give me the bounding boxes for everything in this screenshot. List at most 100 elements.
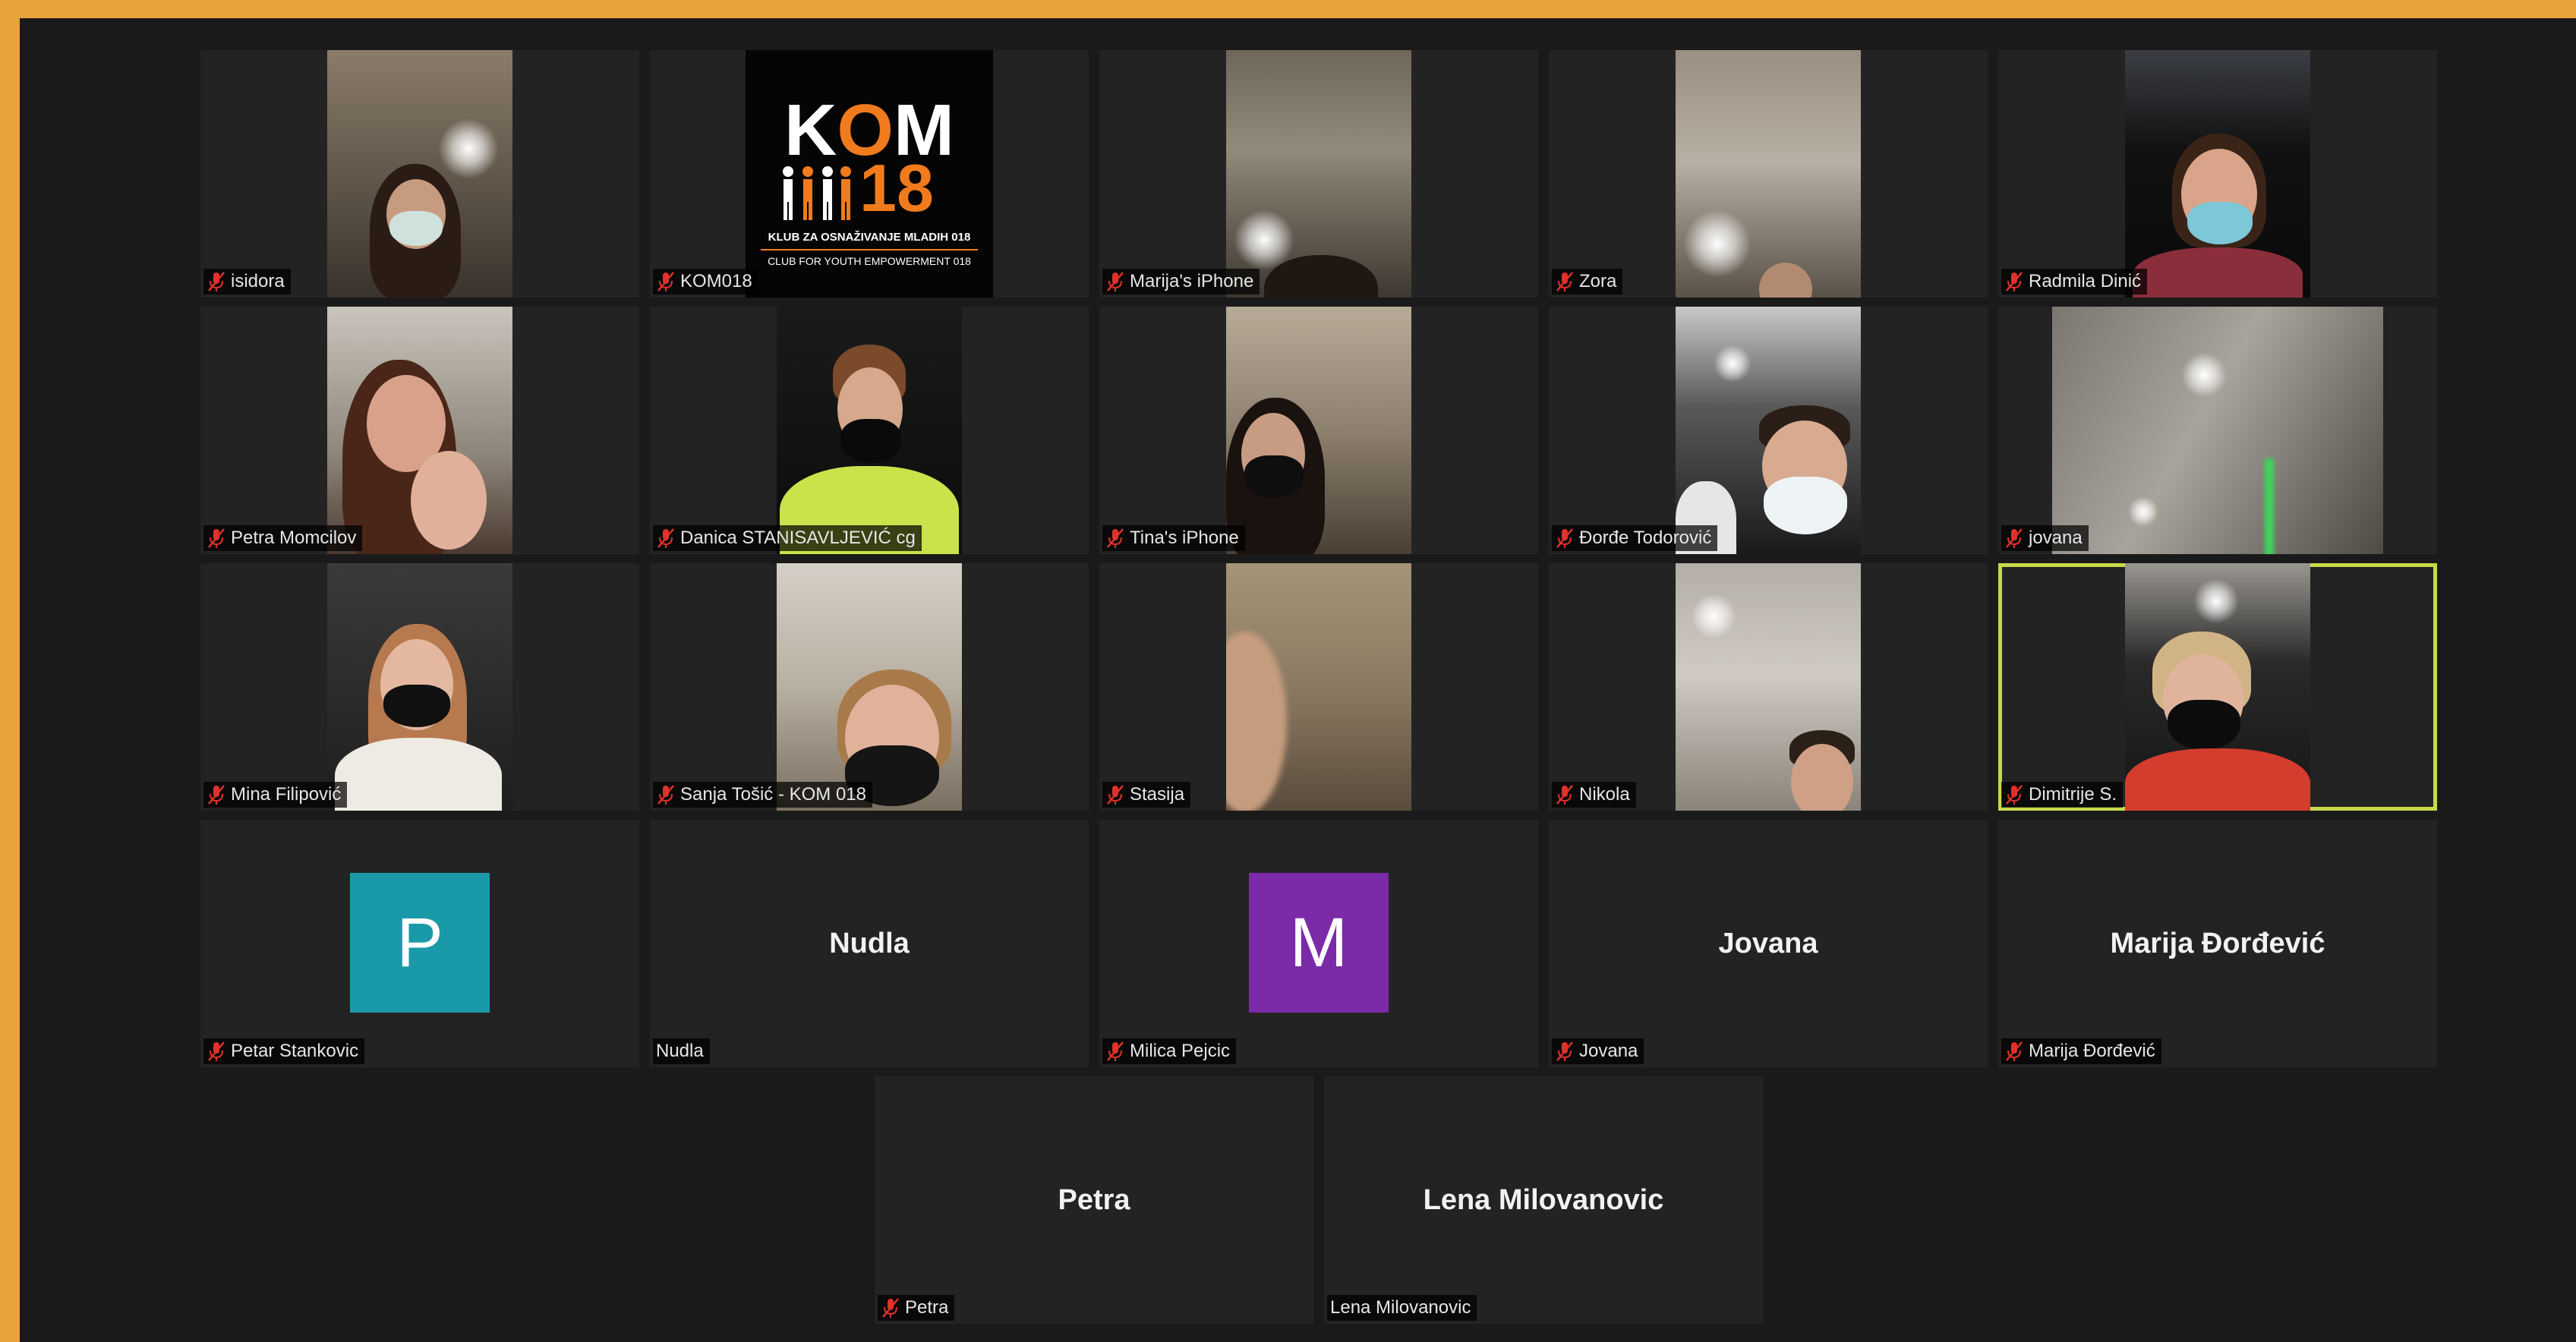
video-tile-nudla[interactable]: Nudla Nudla: [650, 820, 1089, 1067]
participant-name-label: Dimitrije S.: [2001, 782, 2124, 808]
video-tile-dimitrije[interactable]: Dimitrije S.: [1998, 563, 2437, 811]
participant-name: Nudla: [656, 1041, 704, 1061]
participant-name-label: Petra Momcilov: [203, 525, 363, 551]
participant-video: [327, 50, 512, 298]
participant-name: KOM018: [680, 271, 752, 291]
video-tile-mina-filipovic[interactable]: Mina Filipović: [200, 563, 639, 811]
video-tile-tinas-iphone[interactable]: Tina's iPhone: [1099, 307, 1538, 554]
participant-name-label: Milica Pejcic: [1102, 1038, 1237, 1064]
face-mask: [389, 211, 443, 246]
video-tile-nikola[interactable]: Nikola: [1549, 563, 1988, 811]
participant-name: Marija's iPhone: [1130, 271, 1254, 291]
participant-name-label: Marija Đorđević: [2001, 1038, 2161, 1064]
participant-name: Danica STANISAVLJEVIĆ cg: [680, 528, 916, 548]
video-tile-lena-milovanovic[interactable]: Lena Milovanovic Lena Milovanovic: [1324, 1076, 1763, 1324]
microphone-muted-icon: [1555, 783, 1575, 806]
logo-number: 18: [859, 150, 934, 225]
participant-name: Petra Momcilov: [231, 528, 357, 548]
face-mask: [383, 685, 450, 727]
participant-name-label: Lena Milovanovic: [1327, 1295, 1477, 1321]
participant-name: Sanja Tošić - KOM 018: [680, 784, 867, 805]
participant-name-label: KOM018: [653, 269, 758, 295]
display-name: Nudla: [829, 927, 910, 959]
video-tile-zora[interactable]: Zora: [1549, 50, 1988, 298]
video-tile-kom018[interactable]: KOM 18 KLUB ZA OSNAŽIVANJE MLADIH 018 CL…: [650, 50, 1089, 298]
participant-body: [2133, 247, 2303, 298]
participant-name-label: Đorđe Todorović: [1552, 525, 1718, 551]
participant-body: [335, 738, 502, 811]
participant-video: [1676, 563, 1861, 811]
video-tile-petra-momcilov[interactable]: Petra Momcilov: [200, 307, 639, 554]
video-tile-marijas-iphone[interactable]: Marija's iPhone: [1099, 50, 1538, 298]
participant-video: [327, 307, 512, 554]
participant-name: Radmila Dinić: [2029, 271, 2142, 291]
microphone-muted-icon: [656, 527, 676, 550]
microphone-muted-icon: [1105, 527, 1125, 550]
participant-name-label: jovana: [2001, 525, 2089, 551]
microphone-muted-icon: [2004, 270, 2024, 293]
participant-video: [1676, 307, 1861, 554]
participant-name-label: Jovana: [1552, 1038, 1644, 1064]
video-tile-jovana[interactable]: Jovana Jovana: [1549, 820, 1988, 1067]
participant-face: [1226, 632, 1287, 811]
video-tile-isidora[interactable]: isidora: [200, 50, 639, 298]
participant-name-label: Danica STANISAVLJEVIĆ cg: [653, 525, 922, 551]
participant-name: Tina's iPhone: [1130, 528, 1239, 548]
microphone-muted-icon: [656, 783, 676, 806]
participant-video: [2052, 307, 2383, 554]
participant-video: [1676, 50, 1861, 298]
face-mask: [1244, 455, 1304, 498]
participant-name: isidora: [231, 271, 285, 291]
face-mask: [2187, 202, 2253, 244]
participant-name-label: Nikola: [1552, 782, 1636, 808]
participant-name: Lena Milovanovic: [1330, 1297, 1471, 1318]
people-icon: [783, 166, 851, 220]
participant-video: [1226, 563, 1411, 811]
ceiling-light: [2128, 496, 2158, 527]
participant-name: Stasija: [1130, 784, 1185, 805]
participant-face: [1759, 263, 1812, 298]
participant-video: [777, 563, 962, 811]
video-tile-petar-stankovic[interactable]: P Petar Stankovic: [200, 820, 639, 1067]
participant-video: [1226, 50, 1411, 298]
participant-name: Đorđe Todorović: [1579, 528, 1712, 548]
microphone-muted-icon: [1555, 527, 1575, 550]
ceiling-light: [1683, 209, 1751, 278]
participant-name: Zora: [1579, 271, 1617, 291]
microphone-muted-icon: [207, 527, 226, 550]
logo-subtitle: KLUB ZA OSNAŽIVANJE MLADIH 018: [768, 231, 971, 244]
microphone-muted-icon: [1105, 1040, 1125, 1063]
ceiling-light: [2193, 578, 2239, 624]
participant-name-label: Marija's iPhone: [1102, 269, 1260, 295]
participant-name: jovana: [2029, 528, 2083, 548]
kom018-logo: KOM 18 KLUB ZA OSNAŽIVANJE MLADIH 018 CL…: [746, 50, 993, 298]
participant-name: Dimitrije S.: [2029, 784, 2117, 805]
display-name: Jovana: [1718, 927, 1818, 959]
avatar-initial: P: [350, 873, 490, 1013]
participant-video: [2125, 50, 2310, 298]
microphone-muted-icon: [2004, 527, 2024, 550]
video-tile-sanja-tosic[interactable]: Sanja Tošić - KOM 018: [650, 563, 1089, 811]
video-tile-jovana-camera[interactable]: jovana: [1998, 307, 2437, 554]
participant-name-label: Petra: [878, 1295, 955, 1321]
participant-name-label: Mina Filipović: [203, 782, 348, 808]
participant-video: [2125, 563, 2310, 811]
video-tile-milica-pejcic[interactable]: M Milica Pejcic: [1099, 820, 1538, 1067]
participant-video: [327, 563, 512, 811]
participant-video: [1226, 307, 1411, 554]
video-tile-marija-djordjevic[interactable]: Marija Đorđević Marija Đorđević: [1998, 820, 2437, 1067]
face-mask: [1764, 477, 1847, 534]
video-tile-danica[interactable]: Danica STANISAVLJEVIĆ cg: [650, 307, 1089, 554]
participant-name: Nikola: [1579, 784, 1630, 805]
video-tile-radmila-dinic[interactable]: Radmila Dinić: [1998, 50, 2437, 298]
participant-name: Milica Pejcic: [1130, 1041, 1231, 1061]
logo-divider: [761, 249, 978, 250]
video-tile-stasija[interactable]: Stasija: [1099, 563, 1538, 811]
video-tile-petra[interactable]: Petra Petra: [875, 1076, 1313, 1324]
participant-name: Petra: [905, 1297, 949, 1318]
participant-body: [2125, 748, 2310, 811]
microphone-muted-icon: [1555, 270, 1575, 293]
microphone-muted-icon: [2004, 1040, 2024, 1063]
video-tile-djordje-todorovic[interactable]: Đorđe Todorović: [1549, 307, 1988, 554]
ceiling-light: [1691, 594, 1736, 639]
